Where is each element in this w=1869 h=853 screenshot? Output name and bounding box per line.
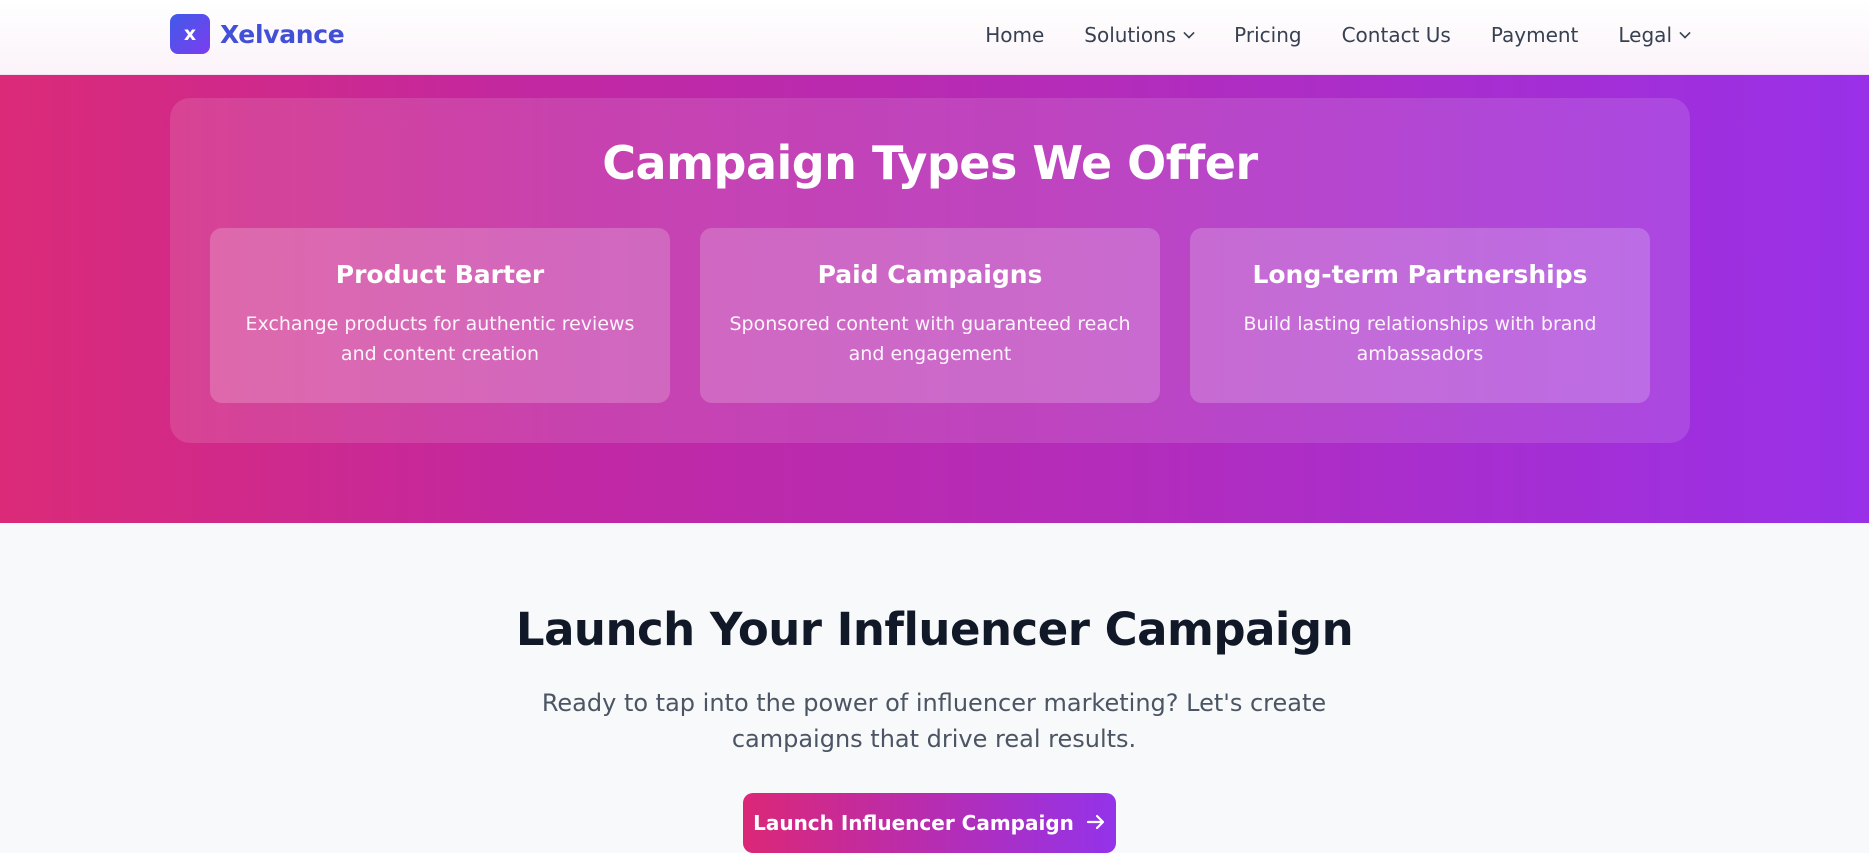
nav-solutions-label: Solutions [1084, 23, 1177, 47]
campaign-types-section: Campaign Types We Offer Product Barter E… [0, 75, 1869, 523]
brand-logo-icon: x [170, 14, 210, 54]
cta-text: Ready to tap into the power of influence… [541, 689, 1327, 753]
nav-home-label: Home [985, 23, 1045, 47]
brand-name: Xelvance [220, 19, 345, 49]
card-title: Long-term Partnerships [1252, 260, 1588, 289]
launch-campaign-button[interactable]: Launch Influencer Campaign [743, 793, 1116, 853]
arrow-right-icon [1086, 811, 1106, 833]
card-long-term-partnerships: Long-term Partnerships Build lasting rel… [1190, 228, 1650, 403]
card-description: Sponsored content with guaranteed reach … [729, 313, 1131, 365]
nav-legal-label: Legal [1618, 23, 1672, 47]
nav-pricing[interactable]: Pricing [1234, 23, 1301, 47]
campaign-types-title: Campaign Types We Offer [602, 136, 1258, 190]
main-nav: Home Solutions Pricing Contact Us Paymen… [985, 0, 1691, 70]
card-paid-campaigns: Paid Campaigns Sponsored content with gu… [700, 228, 1160, 403]
nav-contact-us[interactable]: Contact Us [1342, 23, 1451, 47]
nav-legal[interactable]: Legal [1618, 23, 1691, 47]
card-title: Paid Campaigns [817, 260, 1043, 289]
nav-home[interactable]: Home [985, 23, 1044, 47]
nav-contact-label: Contact Us [1341, 23, 1451, 47]
card-product-barter: Product Barter Exchange products for aut… [210, 228, 670, 403]
chevron-down-icon [1679, 27, 1691, 39]
card-description: Exchange products for authentic reviews … [245, 313, 635, 365]
brand-link[interactable]: x Xelvance [170, 14, 345, 54]
card-description: Build lasting relationships with brand a… [1243, 313, 1597, 365]
chevron-down-icon [1183, 27, 1195, 39]
cta-title: Launch Your Influencer Campaign [515, 603, 1354, 656]
campaign-types-panel: Campaign Types We Offer Product Barter E… [170, 98, 1690, 443]
site-header: x Xelvance Home Solutions Pricing Contac… [0, 0, 1869, 75]
nav-solutions[interactable]: Solutions [1084, 23, 1195, 47]
card-title: Product Barter [335, 260, 545, 289]
nav-payment-label: Payment [1490, 23, 1579, 47]
campaign-cards: Product Barter Exchange products for aut… [210, 228, 1650, 403]
nav-payment[interactable]: Payment [1491, 23, 1579, 47]
nav-pricing-label: Pricing [1234, 23, 1302, 47]
launch-campaign-button-label: Launch Influencer Campaign [753, 811, 1074, 835]
